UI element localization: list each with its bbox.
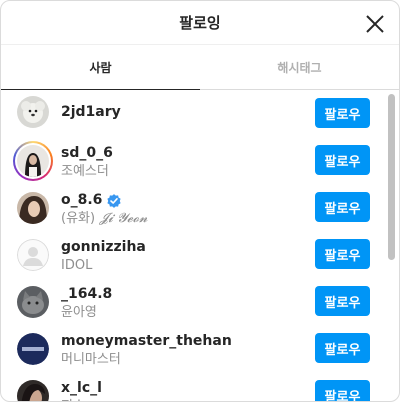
list-item: 2jd1ary 팔로우 <box>1 90 387 137</box>
user-names: gonnizziha IDOL <box>61 239 146 274</box>
person-avatar-image <box>17 380 49 401</box>
dog-avatar-image <box>17 96 49 128</box>
avatar[interactable] <box>17 286 49 318</box>
full-name: 지수 <box>61 398 102 401</box>
modal-header: 팔로잉 <box>1 1 399 45</box>
list-scrollbar[interactable] <box>386 90 398 401</box>
default-avatar-icon <box>17 239 49 271</box>
full-name: 머니마스터 <box>61 352 121 367</box>
full-name: (유화) 𝓙𝓲 𝓨𝓮𝓸𝓷 <box>61 210 148 227</box>
tab-people[interactable]: 사람 <box>1 45 200 90</box>
brand-logo-avatar <box>17 333 49 365</box>
username-link[interactable]: moneymaster_thehan <box>61 333 232 350</box>
user-names: moneymaster_thehan 머니마스터 <box>61 333 232 368</box>
scrollbar-thumb[interactable] <box>388 94 395 260</box>
person-avatar-image <box>17 145 49 177</box>
list-item: x_lc_l 지수 팔로우 <box>1 372 387 401</box>
user-names: 2jd1ary <box>61 104 121 121</box>
follow-button[interactable]: 팔로우 <box>315 333 370 363</box>
list-item: gonnizziha IDOL 팔로우 <box>1 231 387 278</box>
avatar[interactable] <box>17 192 49 224</box>
user-names: o_8.6 (유화) 𝓙𝓲 𝓨𝓮𝓸𝓷 <box>61 192 148 227</box>
username-link[interactable]: 2jd1ary <box>61 104 121 121</box>
username-text: gonnizziha <box>61 239 146 255</box>
user-names: sd_0_6 조예스더 <box>61 145 113 180</box>
username-link[interactable]: sd_0_6 <box>61 145 113 162</box>
follow-button[interactable]: 팔로우 <box>315 98 370 128</box>
avatar[interactable] <box>17 333 49 365</box>
full-name: IDOL <box>61 258 93 273</box>
list-item: sd_0_6 조예스더 팔로우 <box>1 137 387 184</box>
username-link[interactable]: o_8.6 <box>61 192 148 209</box>
full-name-fancy: 𝓙𝓲 𝓨𝓮𝓸𝓷 <box>99 211 148 226</box>
list-item: _164.8 윤아영 팔로우 <box>1 278 387 325</box>
user-names: x_lc_l 지수 <box>61 380 102 401</box>
list-item: o_8.6 (유화) 𝓙𝓲 𝓨𝓮𝓸𝓷 팔로우 <box>1 184 387 231</box>
username-text: sd_0_6 <box>61 145 113 161</box>
avatar[interactable] <box>17 239 49 271</box>
close-icon[interactable] <box>363 12 387 36</box>
user-names: _164.8 윤아영 <box>61 286 112 321</box>
username-text: 2jd1ary <box>61 104 121 120</box>
follow-button[interactable]: 팔로우 <box>315 286 370 316</box>
list-item: moneymaster_thehan 머니마스터 팔로우 <box>1 325 387 372</box>
following-list[interactable]: 2jd1ary 팔로우 sd_0_6 조예스더 팔로우 o_8.6 (유화) 𝓙… <box>1 90 387 401</box>
username-text: _164.8 <box>61 286 113 302</box>
cat-avatar-image <box>17 286 49 318</box>
username-link[interactable]: _164.8 <box>61 286 112 303</box>
person-avatar-image <box>17 192 49 224</box>
full-name-text: (유화) <box>61 211 96 226</box>
follow-button[interactable]: 팔로우 <box>315 380 370 401</box>
username-text: x_lc_l <box>61 380 102 396</box>
username-text: o_8.6 <box>61 192 103 208</box>
full-name: 윤아영 <box>61 305 97 320</box>
following-modal: 팔로잉 사람 해시태그 2jd1ary 팔로우 sd_0_6 조예스더 팔로우 … <box>0 0 400 402</box>
username-text: moneymaster_thehan <box>61 333 232 349</box>
avatar[interactable] <box>17 96 49 128</box>
follow-button[interactable]: 팔로우 <box>315 145 370 175</box>
follow-button[interactable]: 팔로우 <box>315 192 370 222</box>
verified-badge-icon <box>107 193 122 208</box>
username-link[interactable]: x_lc_l <box>61 380 102 397</box>
avatar-story-ring[interactable] <box>13 141 53 181</box>
tab-bar: 사람 해시태그 <box>1 45 399 90</box>
avatar-inner <box>15 143 51 179</box>
tab-hashtags[interactable]: 해시태그 <box>200 45 399 89</box>
modal-title: 팔로잉 <box>179 14 221 32</box>
avatar[interactable] <box>17 380 49 401</box>
follow-button[interactable]: 팔로우 <box>315 239 370 269</box>
full-name: 조예스더 <box>61 164 109 179</box>
username-link[interactable]: gonnizziha <box>61 239 146 256</box>
